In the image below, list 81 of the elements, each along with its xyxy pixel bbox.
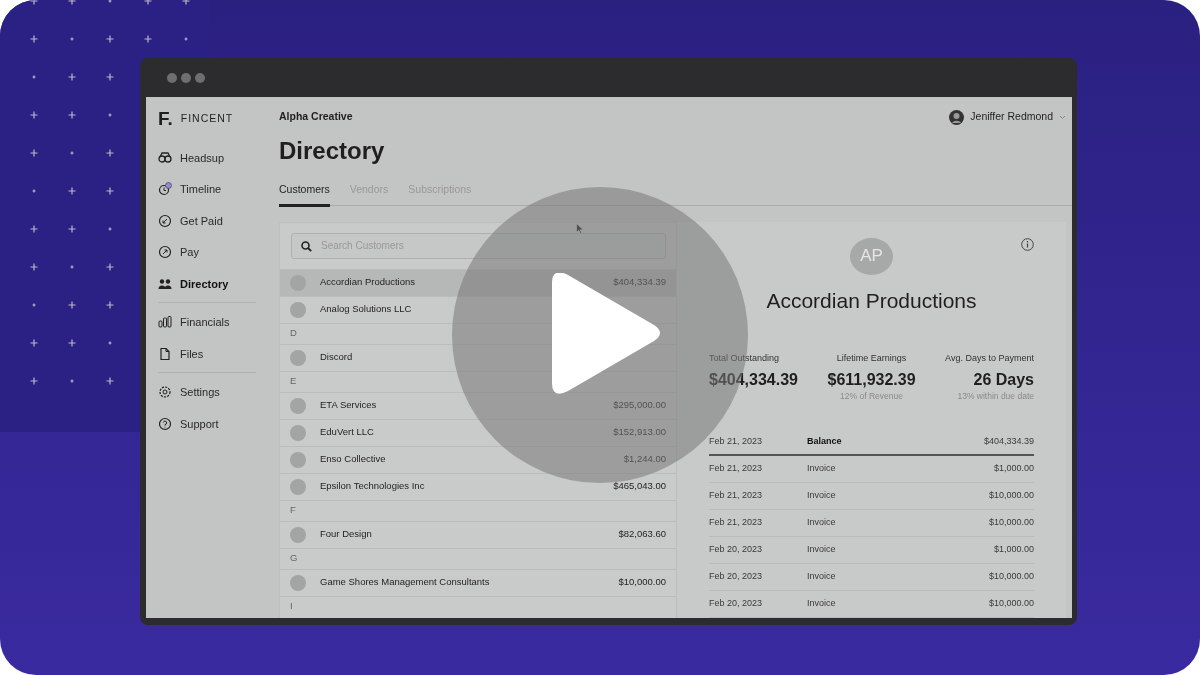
group-letter: G [290,551,298,566]
customer-row[interactable]: ETA Services $295,000.00 [280,391,676,419]
group-letter: I [290,599,293,614]
avatar-icon [290,574,306,591]
group-letter: D [290,326,297,341]
cursor-icon [576,223,584,234]
bar-chart-icon [158,315,172,330]
date-cell-text: Feb 21, 2023 [709,516,764,530]
group-letter: E [290,374,297,389]
avatar-icon [290,349,306,366]
type-cell-text: Invoice [807,489,837,503]
user-name[interactable]: Jeniffer Redmond [970,109,1053,125]
date-cell-text: Feb 20, 2023 [709,543,764,557]
stat-note: 12% of Revenue [840,390,903,403]
window-dot [181,72,191,83]
date-cell-text: Feb 21, 2023 [709,489,764,503]
date-cell-text: Feb 20, 2023 [709,597,764,611]
type-cell-text: Invoice [807,570,837,584]
sidebar-item[interactable]: Files [158,338,256,370]
customer-row[interactable]: Game Shores Management Consultants $10,000.00 [280,568,676,596]
avatar-icon [290,478,306,495]
sidebar-item[interactable]: Financials [158,306,256,338]
arrow-out-circle-icon [158,245,172,260]
amount-cell-text: $404,334.39 [983,434,1034,448]
amount-cell: $1,000.00 [993,543,1034,557]
amount-cell: $10,000.00 [988,597,1034,611]
type-cell-text: Balance [807,434,843,448]
stat-label: Avg. Days to Payment [945,352,1034,366]
date-cell-text: Feb 21, 2023 [709,434,764,448]
group-letter: F [290,503,296,518]
amount-cell: $10,000.00 [988,489,1034,503]
type-cell-text: Invoice [807,543,837,557]
binoculars-icon [158,150,172,165]
brand-name: FINCENT [180,110,234,126]
brand-logo: F. [158,109,173,128]
sidebar-item[interactable]: Settings [158,376,256,408]
avatar-icon [290,397,306,414]
sidebar-item[interactable]: Pay [158,236,256,268]
date-cell-text: Feb 20, 2023 [709,570,764,584]
avatar-icon [949,109,965,125]
type-cell-text: Invoice [807,516,837,530]
people-icon [158,276,172,291]
stat-label: Lifetime Earnings [836,352,907,366]
stat-value: 26 Days [973,370,1034,389]
window-dot [167,72,177,83]
type-cell-text: Invoice [807,462,837,476]
customer-avatar: AP [850,237,893,275]
stat-value: $611,932.39 [827,370,916,389]
amount-cell: $10,000.00 [988,516,1034,530]
info-icon[interactable] [1021,237,1034,251]
customer-row[interactable]: Epsilon Technologies Inc $465,043.00 [280,472,676,500]
arrow-in-circle-icon [158,213,172,228]
customer-row[interactable]: EduVert LLC $152,913.00 [280,418,676,446]
amount-cell: $1,000.00 [993,462,1034,476]
customer-row[interactable]: Accordian Productions $404,334.39 [280,268,676,296]
stat-label: Total Outstanding [709,352,781,366]
file-icon [158,346,172,361]
avatar-icon [290,526,306,543]
avatar-icon [290,301,306,318]
sidebar-item[interactable]: Get Paid [158,205,256,237]
settings-icon [158,385,172,400]
stat-value: $404,334.39 [709,370,798,389]
customer-row[interactable]: Enso Collective $1,244.00 [280,445,676,473]
customer-name: Accordian Productions [765,287,978,314]
clock-icon [158,182,172,197]
company-name: Alpha Creative [279,109,353,125]
sidebar-item[interactable]: Support [158,408,256,440]
sidebar-item[interactable]: Headsup [158,142,256,174]
sidebar-item[interactable]: Directory [158,268,256,300]
caret-icon[interactable] [1059,114,1066,120]
sidebar-item[interactable]: Timeline [158,173,256,205]
type-cell-text: Invoice [807,597,837,611]
date-cell-text: Feb 21, 2023 [709,462,764,476]
window-dot [195,72,205,83]
tab[interactable]: Customers [279,181,330,207]
amount-cell: $10,000.00 [988,570,1034,584]
page-title: Directory [279,137,386,166]
customer-row[interactable]: Four Design $82,063.60 [280,520,676,548]
avatar-icon [290,451,306,468]
help-icon [158,416,172,431]
avatar-icon [290,424,306,441]
